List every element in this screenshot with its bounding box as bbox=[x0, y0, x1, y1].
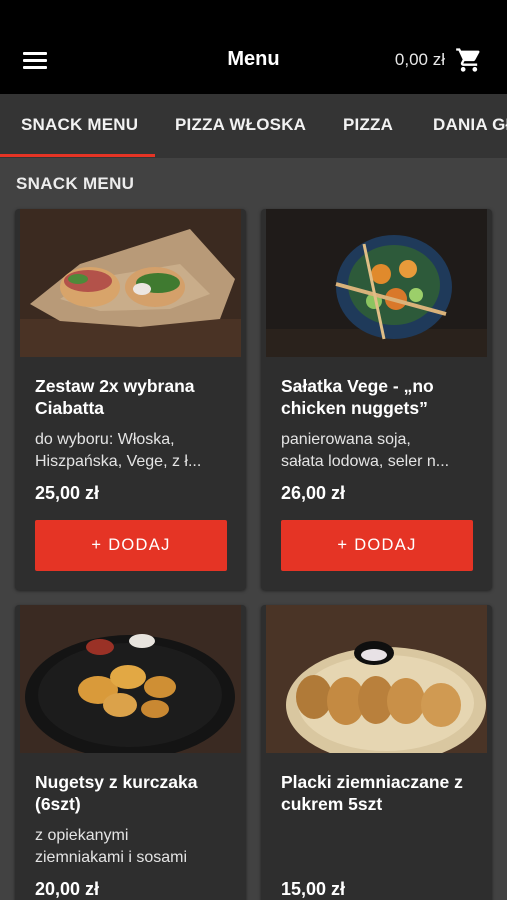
tab-pizza-wloska[interactable]: PIZZA WŁOSKA bbox=[175, 94, 306, 158]
product-card[interactable]: Zestaw 2x wybrana Ciabatta do wyboru: Wł… bbox=[15, 209, 246, 590]
product-description: panierowana soja, sałata lodowa, seler n… bbox=[281, 431, 450, 470]
category-tabs: SNACK MENU PIZZA WŁOSKA PIZZA DANIA GŁ bbox=[0, 94, 507, 158]
product-image[interactable] bbox=[20, 605, 241, 753]
product-name: Placki ziemniaczane z cukrem 5szt bbox=[281, 772, 463, 814]
tab-pizza[interactable]: PIZZA bbox=[343, 94, 393, 158]
product-name: Sałatka Vege - „no chicken nuggets” bbox=[281, 376, 434, 418]
product-card[interactable]: Nugetsy z kurczaka (6szt) z opiekanymi z… bbox=[15, 605, 246, 900]
product-price: 25,00 zł bbox=[35, 483, 100, 503]
product-price: 15,00 zł bbox=[281, 879, 346, 899]
product-card[interactable]: Sałatka Vege - „no chicken nuggets” pani… bbox=[261, 209, 492, 590]
top-app-bar: Menu 0,00 zł bbox=[0, 0, 507, 94]
product-description: do wyboru: Włoska, Hiszpańska, Vege, z ł… bbox=[35, 431, 202, 470]
section-title: SNACK MENU bbox=[16, 174, 135, 193]
product-description: z opiekanymi ziemniakami i sosami bbox=[35, 827, 188, 866]
cart-total[interactable]: 0,00 zł bbox=[395, 50, 445, 70]
product-name: Nugetsy z kurczaka (6szt) bbox=[35, 772, 198, 814]
tab-dania-glowne[interactable]: DANIA GŁ bbox=[433, 94, 507, 158]
add-to-cart-button[interactable]: + DODAJ bbox=[35, 520, 227, 571]
product-price: 26,00 zł bbox=[281, 483, 346, 503]
product-image[interactable] bbox=[20, 209, 241, 357]
shopping-cart-icon[interactable] bbox=[455, 46, 483, 74]
product-image[interactable] bbox=[266, 605, 487, 753]
product-name: Zestaw 2x wybrana Ciabatta bbox=[35, 376, 195, 418]
active-tab-indicator bbox=[0, 154, 155, 157]
add-to-cart-button[interactable]: + DODAJ bbox=[281, 520, 473, 571]
product-image[interactable] bbox=[266, 209, 487, 357]
tab-snack-menu[interactable]: SNACK MENU bbox=[21, 94, 138, 158]
product-card[interactable]: Placki ziemniaczane z cukrem 5szt 15,00 … bbox=[261, 605, 492, 900]
product-price: 20,00 zł bbox=[35, 879, 100, 899]
